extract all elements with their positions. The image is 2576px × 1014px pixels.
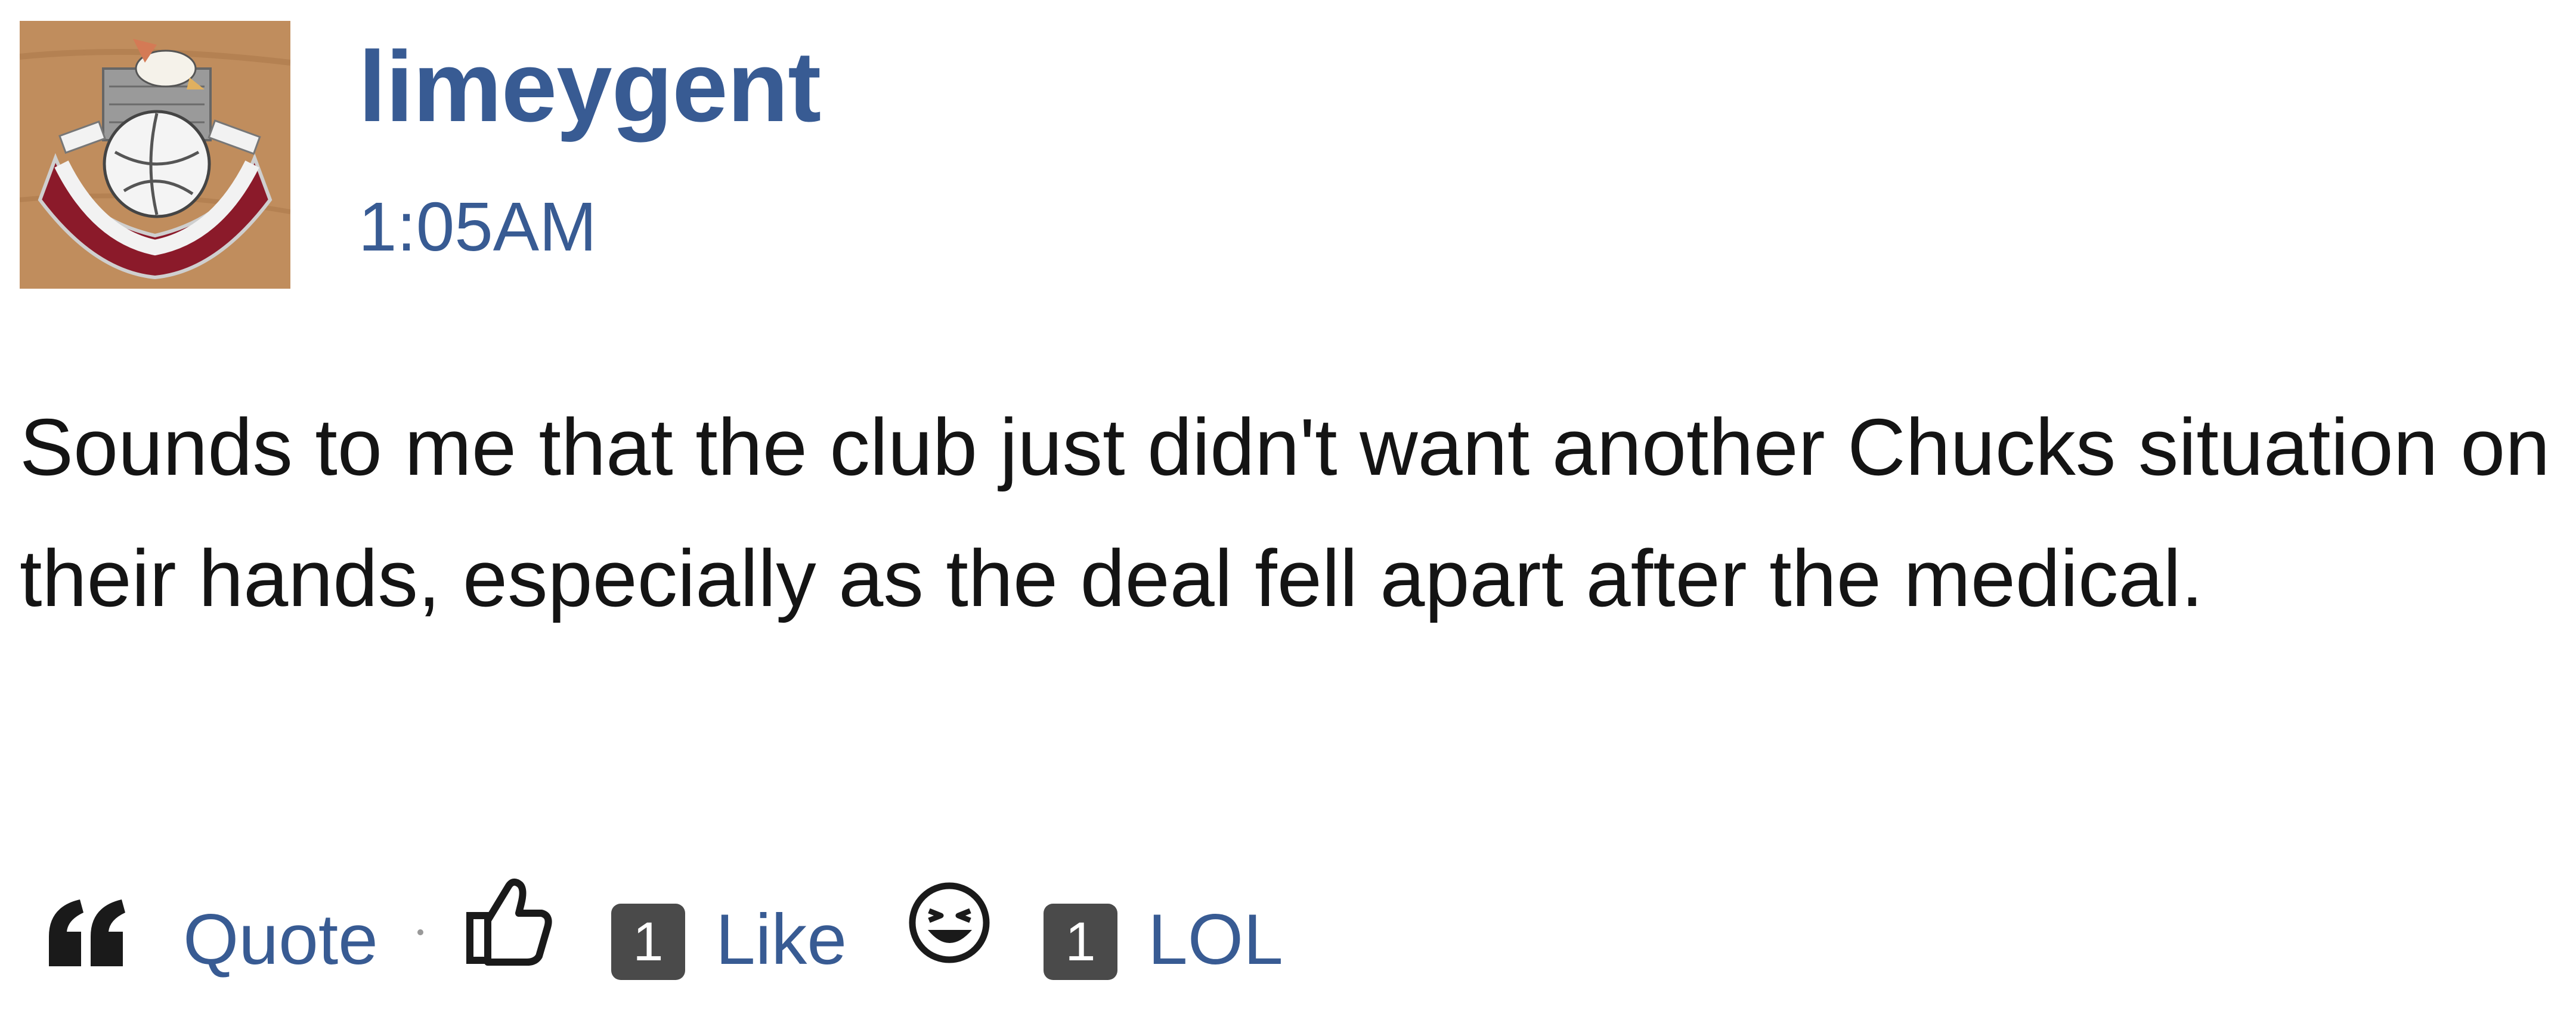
supporters-club-badge-image — [20, 21, 290, 289]
quote-button[interactable]: Quote — [183, 895, 378, 984]
laughing-face-icon[interactable] — [906, 880, 993, 966]
quote-icon[interactable] — [44, 895, 128, 969]
avatar[interactable] — [20, 21, 290, 289]
post-actions: Quote 1 Like 1 LOL — [36, 871, 1348, 990]
post-timestamp[interactable]: 1:05AM — [358, 185, 597, 268]
like-count-badge: 1 — [611, 904, 685, 980]
lol-count-badge: 1 — [1044, 904, 1117, 980]
username-link[interactable]: limeygent — [358, 27, 821, 146]
separator-dot — [417, 929, 423, 935]
thumbs-up-icon[interactable] — [465, 874, 555, 969]
post-body: Sounds to me that the club just didn't w… — [20, 402, 2550, 623]
lol-button[interactable]: LOL — [1148, 895, 1283, 984]
like-button[interactable]: Like — [716, 895, 847, 984]
